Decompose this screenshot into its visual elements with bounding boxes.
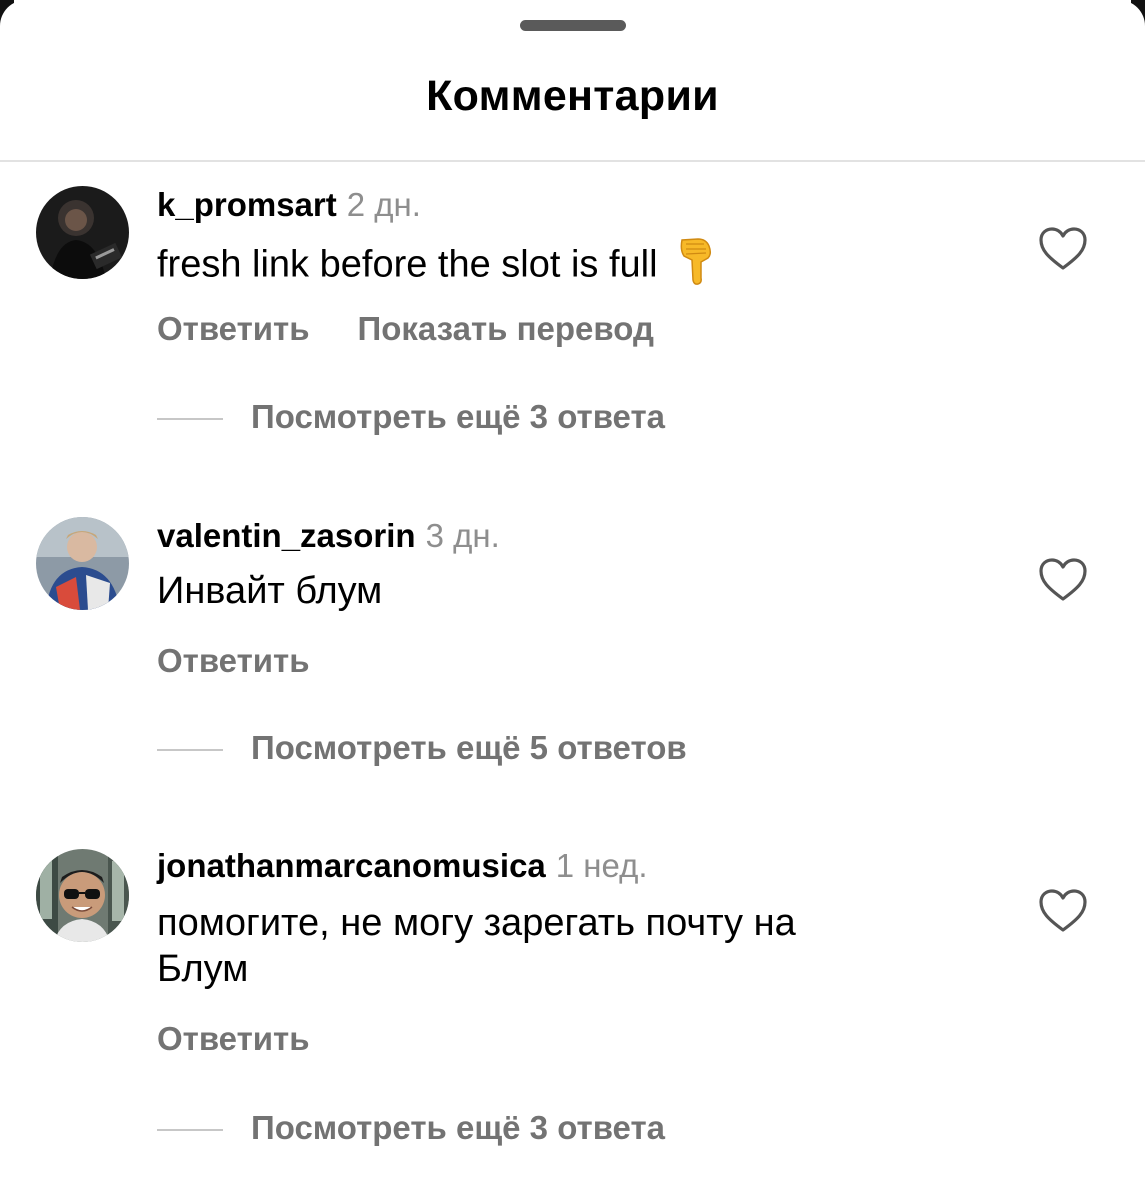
comment-text-line: Блум xyxy=(157,948,249,990)
username[interactable]: k_promsart xyxy=(157,186,337,223)
sheet-grab-handle[interactable] xyxy=(520,20,626,31)
sheet-corner-left xyxy=(0,0,28,40)
avatar[interactable] xyxy=(36,517,129,610)
heart-outline-icon[interactable] xyxy=(1038,226,1088,272)
comment-text-body: fresh link before the slot is full xyxy=(157,243,658,286)
heart-outline-icon[interactable] xyxy=(1038,557,1088,603)
sheet-title: Комментарии xyxy=(426,72,719,120)
comment-text-body: Инвайт блум xyxy=(157,570,383,612)
comment-actions: Ответить xyxy=(157,1020,358,1058)
sheet-corner-right xyxy=(1117,0,1145,40)
comment-text: Инвайт блум xyxy=(157,568,957,614)
comments-sheet: Комментарии k_promsart 2 дн. fresh link b… xyxy=(0,0,1145,1200)
replies-divider xyxy=(157,1129,223,1132)
view-more-replies-label: Посмотреть ещё 3 ответа xyxy=(251,398,665,435)
view-more-replies-label: Посмотреть ещё 5 ответов xyxy=(251,729,687,766)
view-more-replies-label: Посмотреть ещё 3 ответа xyxy=(251,1109,665,1146)
comment-text: помогите, не могу зарегать почту на Блум xyxy=(157,900,957,992)
view-more-replies-button[interactable]: Посмотреть ещё 5 ответов xyxy=(157,729,687,767)
timestamp: 2 дн. xyxy=(346,186,421,223)
comment-meta: valentin_zasorin 3 дн. xyxy=(157,517,500,555)
heart-outline-icon[interactable] xyxy=(1038,888,1088,934)
comment-text: fresh link before the slot is full xyxy=(157,236,957,297)
avatar[interactable] xyxy=(36,186,129,279)
comment-meta: jonathanmarcanomusica 1 нед. xyxy=(157,847,648,885)
replies-divider xyxy=(157,749,223,752)
timestamp: 3 дн. xyxy=(425,517,500,554)
timestamp: 1 нед. xyxy=(555,847,648,884)
view-more-replies-button[interactable]: Посмотреть ещё 3 ответа xyxy=(157,1109,665,1147)
reply-button[interactable]: Ответить xyxy=(157,642,310,679)
show-translation-button[interactable]: Показать перевод xyxy=(358,310,654,347)
reply-button[interactable]: Ответить xyxy=(157,310,310,347)
comment-text-line: помогите, не могу зарегать почту на xyxy=(157,902,796,944)
comment-actions: Ответить xyxy=(157,642,358,680)
view-more-replies-button[interactable]: Посмотреть ещё 3 ответа xyxy=(157,398,665,436)
username[interactable]: valentin_zasorin xyxy=(157,517,416,554)
replies-divider xyxy=(157,418,223,421)
comment-meta: k_promsart 2 дн. xyxy=(157,186,421,224)
comment-actions: Ответить Показать перевод xyxy=(157,310,702,348)
username[interactable]: jonathanmarcanomusica xyxy=(157,847,546,884)
avatar[interactable] xyxy=(36,849,129,942)
header-divider xyxy=(0,160,1145,162)
backhand-index-pointing-down-icon xyxy=(676,236,714,297)
reply-button[interactable]: Ответить xyxy=(157,1020,310,1057)
